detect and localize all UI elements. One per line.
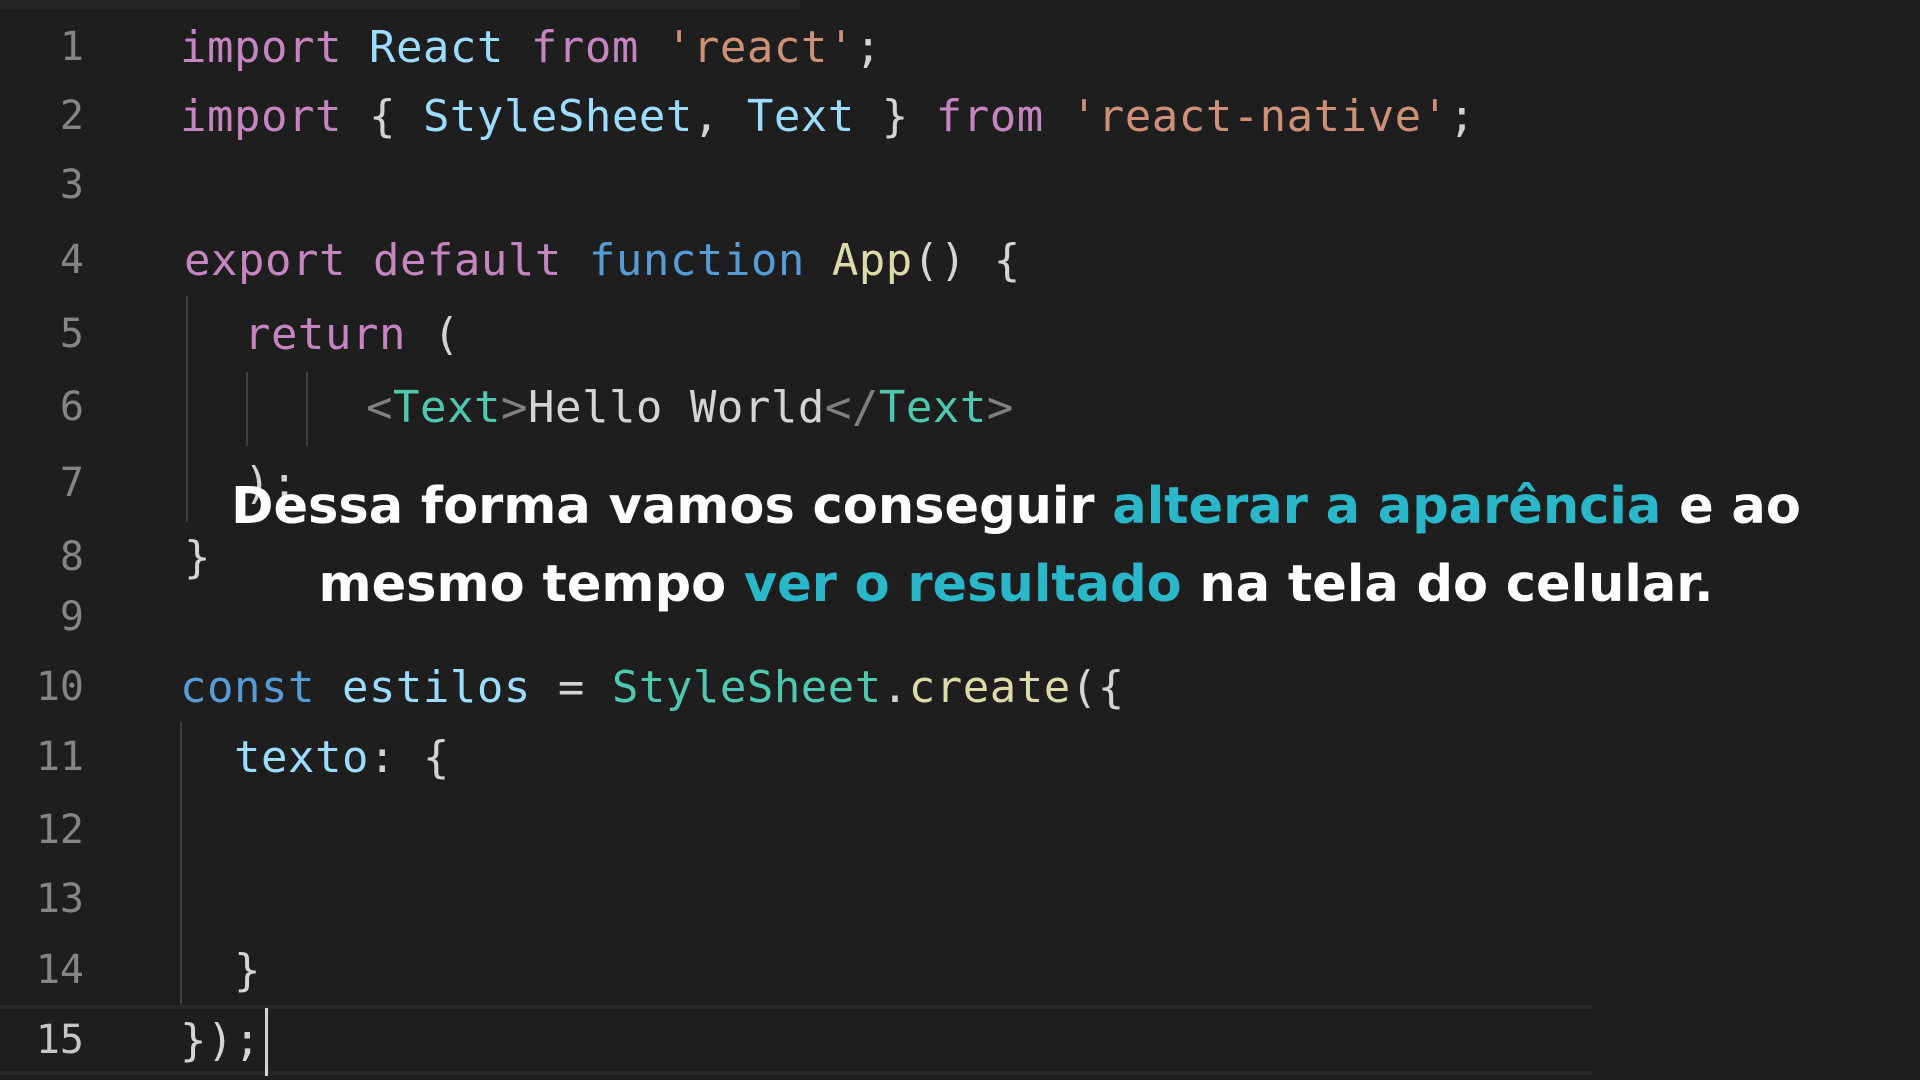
- code-text: import React from 'react';: [180, 21, 882, 73]
- code-line[interactable]: 6 <Text>Hello World</Text>: [0, 372, 1920, 442]
- code-line[interactable]: 4 export default function App() {: [0, 225, 1920, 295]
- code-line[interactable]: 3: [0, 150, 1920, 220]
- code-line[interactable]: 10 const estilos = StyleSheet.create({: [0, 652, 1920, 722]
- code-line[interactable]: 1 import React from 'react';: [0, 12, 1920, 82]
- code-text: }: [234, 944, 261, 996]
- line-number: 3: [59, 162, 84, 208]
- line-number: 13: [35, 876, 84, 922]
- line-number: 1: [59, 24, 84, 70]
- code-line[interactable]: 2 import { StyleSheet, Text } from 'reac…: [0, 81, 1920, 151]
- line-number: 10: [35, 664, 84, 710]
- caption-highlight: ver o resultado: [743, 555, 1182, 614]
- code-line[interactable]: 5 return (: [0, 299, 1920, 369]
- code-text: const estilos = StyleSheet.create({: [180, 661, 1125, 713]
- code-text: texto: {: [234, 731, 450, 783]
- code-line[interactable]: 14 }: [0, 935, 1920, 1005]
- code-text: import { StyleSheet, Text } from 'react-…: [180, 90, 1476, 142]
- line-number: 6: [59, 384, 84, 430]
- line-number: 14: [35, 947, 84, 993]
- line-number: 5: [59, 311, 84, 357]
- line-number: 7: [59, 460, 84, 506]
- line-number: 15: [35, 1017, 84, 1063]
- code-line[interactable]: 11 texto: {: [0, 722, 1920, 792]
- line-number: 12: [35, 807, 84, 853]
- code-text: export default function App() {: [184, 234, 1021, 286]
- caption-line-1: Dessa forma vamos conseguir alterar a ap…: [231, 477, 1801, 536]
- code-text: <Text>Hello World</Text>: [366, 381, 1014, 433]
- code-text: });: [180, 1014, 261, 1066]
- line-number: 11: [35, 734, 84, 780]
- line-number: 8: [59, 534, 84, 580]
- line-number: 2: [59, 93, 84, 139]
- line-number: 9: [59, 594, 84, 640]
- code-line[interactable]: 13: [0, 864, 1920, 934]
- code-line[interactable]: 12: [0, 795, 1920, 865]
- caption-overlay: Dessa forma vamos conseguir alterar a ap…: [160, 468, 1872, 624]
- code-text: return (: [244, 308, 460, 360]
- line-number: 4: [59, 237, 84, 283]
- caption-line-2: mesmo tempo ver o resultado na tela do c…: [318, 555, 1714, 614]
- text-cursor: [265, 1008, 268, 1076]
- code-line-current[interactable]: 15 });: [0, 1005, 1920, 1075]
- caption-highlight: alterar a aparência: [1112, 477, 1662, 536]
